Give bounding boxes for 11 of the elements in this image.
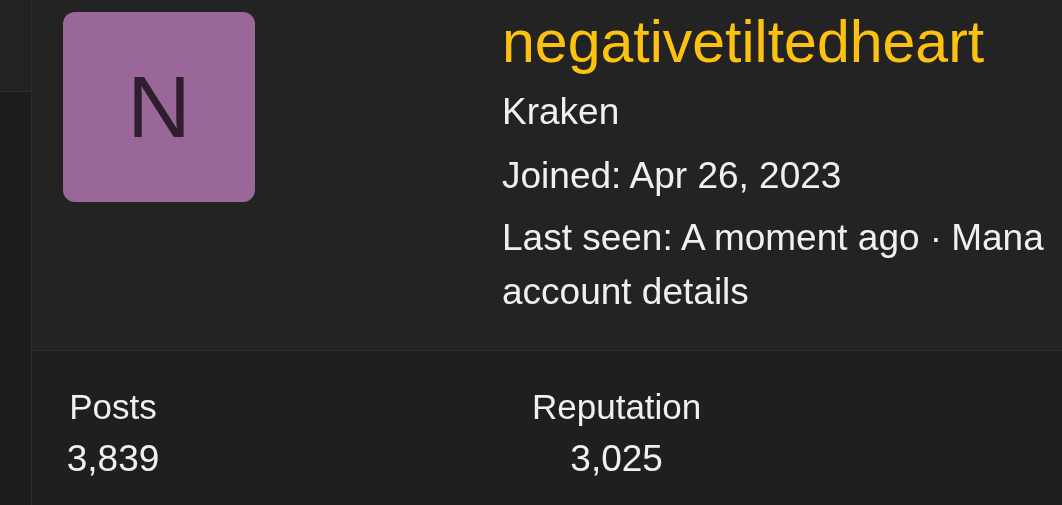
manage-account-link[interactable]: account details (502, 272, 749, 312)
manage-account-link[interactable]: Mana (951, 218, 1044, 258)
username: negativetiltedheart (502, 12, 986, 72)
last-seen: Last seen: A moment ago · (502, 218, 943, 258)
joined-date: Joined: Apr 26, 2023 (502, 156, 843, 196)
rank: Kraken (502, 92, 621, 132)
stat-label: Posts (69, 387, 157, 427)
stat-value: 3,839 (66, 439, 160, 479)
stat-value: 3,025 (570, 439, 663, 479)
stat-label: Reputation (532, 387, 702, 427)
avatar-letter: N (127, 63, 191, 151)
